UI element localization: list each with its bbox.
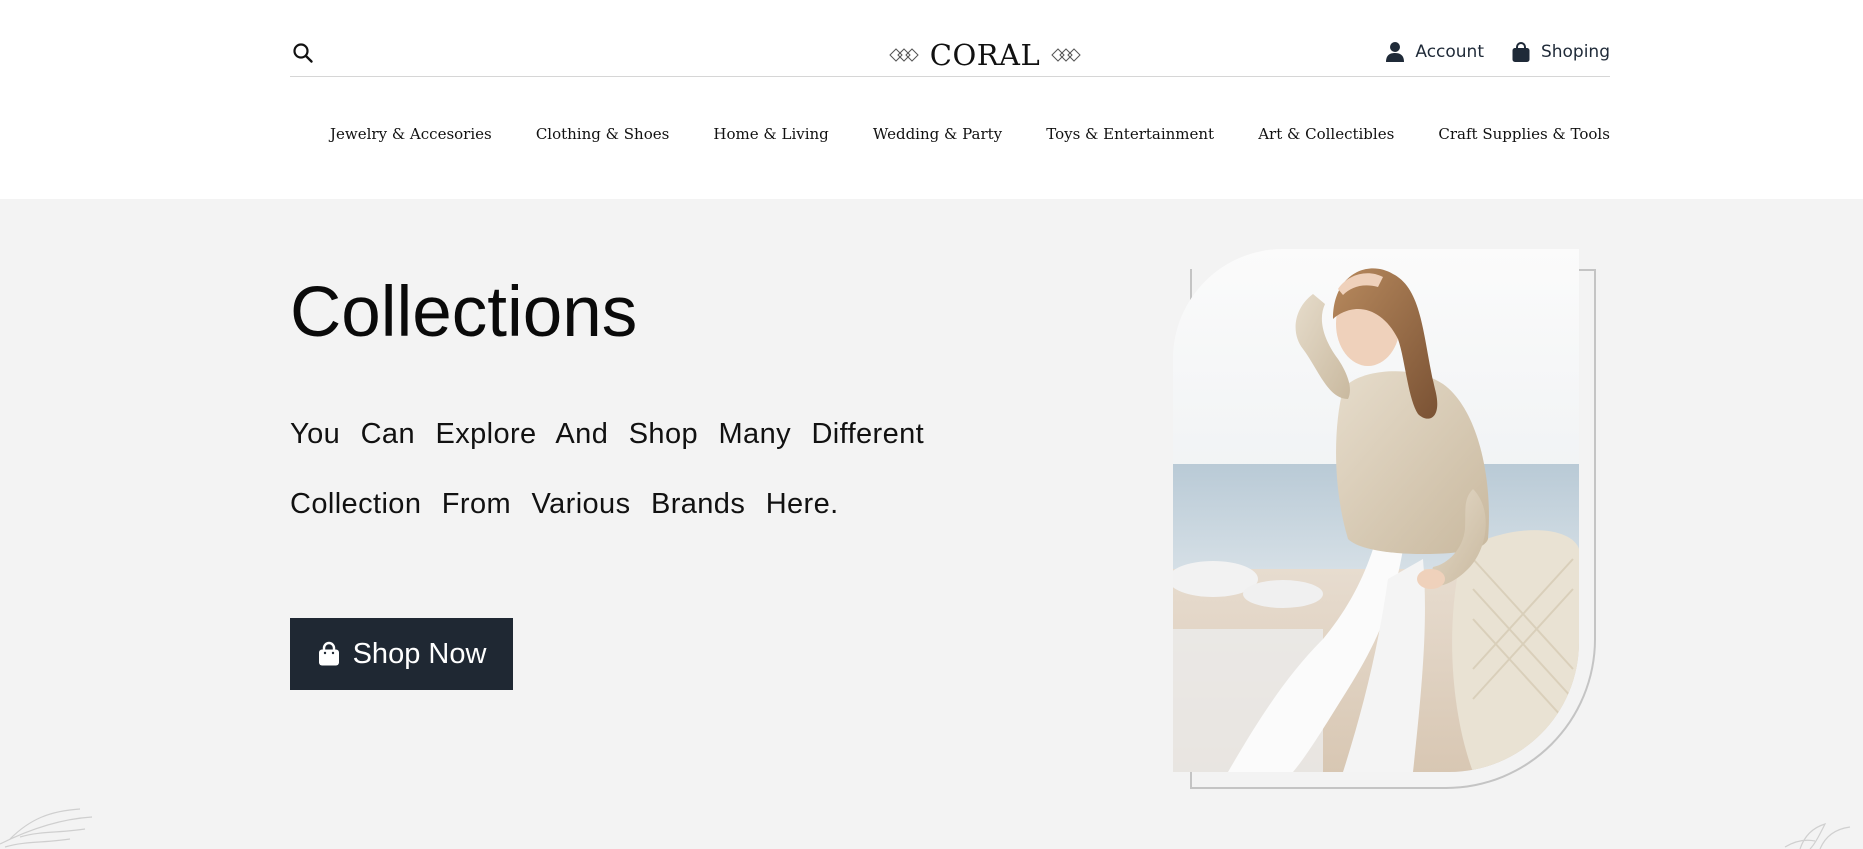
account-label: Account — [1415, 42, 1484, 62]
cart-link[interactable]: Shoping — [1511, 41, 1610, 63]
account-link[interactable]: Account — [1385, 41, 1484, 63]
nav-item-art[interactable]: Art & Collectibles — [1258, 125, 1394, 143]
logo-ornament-right-icon — [1051, 48, 1081, 62]
category-nav: Jewelry & Accesories Clothing & Shoes Ho… — [330, 125, 1610, 143]
nav-item-jewelry[interactable]: Jewelry & Accesories — [330, 125, 492, 143]
search-icon — [293, 43, 313, 63]
cart-label: Shoping — [1540, 42, 1610, 62]
shopping-bag-icon — [1512, 42, 1530, 62]
shopping-bag-icon — [318, 641, 339, 666]
nav-item-home-living[interactable]: Home & Living — [713, 125, 828, 143]
nav-item-clothing[interactable]: Clothing & Shoes — [536, 125, 669, 143]
brand-logo[interactable]: CORAL — [885, 36, 1085, 74]
hero-title: Collections — [290, 273, 638, 352]
brand-name: CORAL — [929, 38, 1041, 72]
leaf-decoration-icon — [1784, 823, 1851, 849]
hero-subtitle: You Can Explore And Shop Many Different … — [290, 418, 925, 520]
nav-item-toys[interactable]: Toys & Entertainment — [1046, 125, 1214, 143]
shop-now-label: Shop Now — [352, 637, 487, 670]
site-header: CORAL Account Shoping Jewelry & Accesori… — [0, 0, 1863, 199]
leaf-decoration-icon — [0, 808, 93, 848]
nav-item-craft[interactable]: Craft Supplies & Tools — [1438, 125, 1610, 143]
search-button[interactable] — [292, 42, 314, 64]
user-icon — [1386, 42, 1405, 62]
logo-ornament-left-icon — [889, 48, 919, 62]
hero-model-image — [1173, 249, 1579, 772]
nav-item-wedding[interactable]: Wedding & Party — [873, 125, 1002, 143]
hero-section: Collections You Can Explore And Shop Man… — [0, 199, 1863, 849]
shop-now-button[interactable]: Shop Now — [290, 618, 513, 690]
top-bar: CORAL Account Shoping — [290, 30, 1610, 77]
